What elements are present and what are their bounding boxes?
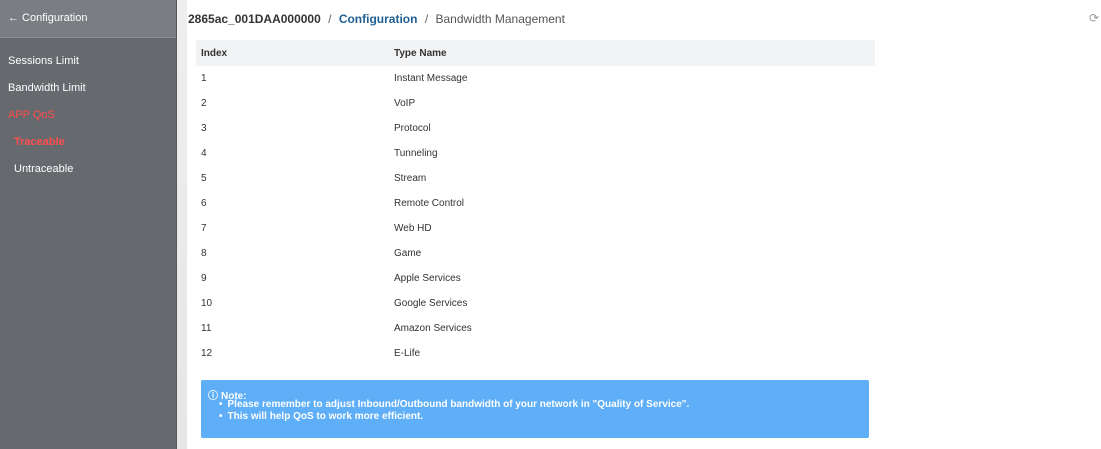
cell-index: 2: [201, 98, 207, 109]
cell-type-name: Web HD: [394, 223, 432, 234]
cell-index: 5: [201, 173, 207, 184]
breadcrumb: 2865ac_001DAA000000 / Configuration / Ba…: [188, 0, 565, 38]
note-box: ⓘNote: Please remember to adjust Inbound…: [201, 380, 869, 438]
table-row[interactable]: 9 Apple Services: [196, 266, 875, 291]
cell-type-name: Protocol: [394, 123, 431, 134]
note-item: Please remember to adjust Inbound/Outbou…: [219, 399, 690, 411]
column-header-type-name[interactable]: Type Name: [389, 40, 875, 66]
cell-index: 12: [201, 348, 213, 359]
table-header-row: Index Type Name: [196, 40, 875, 66]
back-to-configuration-link[interactable]: ← Configuration: [0, 0, 176, 38]
cell-type-name: Amazon Services: [394, 323, 472, 334]
cell-index: 9: [201, 273, 207, 284]
table-row[interactable]: 8 Game: [196, 241, 875, 266]
breadcrumb-current-page: Bandwidth Management: [435, 12, 565, 26]
breadcrumb-device: 2865ac_001DAA000000: [188, 12, 321, 26]
cell-index: 11: [201, 323, 212, 334]
main-content: 2865ac_001DAA000000 / Configuration / Ba…: [187, 0, 1101, 449]
refresh-icon[interactable]: ⟳: [1089, 12, 1101, 24]
table-row[interactable]: 2 VoIP: [196, 91, 875, 116]
sidebar-gutter: [177, 0, 187, 449]
cell-type-name: Tunneling: [394, 148, 438, 159]
cell-index: 3: [201, 123, 207, 134]
cell-index: 4: [201, 148, 207, 159]
table-row[interactable]: 11 Amazon Services: [196, 316, 875, 341]
cell-type-name: Game: [394, 248, 422, 259]
table-row[interactable]: 10 Google Services: [196, 291, 875, 316]
table-row[interactable]: 6 Remote Control: [196, 191, 875, 216]
cell-type-name: Remote Control: [394, 198, 465, 209]
table-row[interactable]: 7 Web HD: [196, 216, 875, 241]
cell-type-name: Apple Services: [394, 273, 461, 284]
app-type-table: Index Type Name 1 Instant Message 2 VoIP 3 Pr…: [196, 40, 875, 366]
column-header-index[interactable]: Index: [196, 40, 389, 66]
cell-index: 1: [201, 73, 207, 84]
breadcrumb-separator: /: [424, 12, 429, 26]
sidebar-item-untraceable[interactable]: Untraceable: [0, 156, 176, 183]
table-row[interactable]: 1 Instant Message: [196, 66, 875, 91]
table-row[interactable]: 5 Stream: [196, 166, 875, 191]
cell-index: 7: [201, 223, 207, 234]
sidebar: ← Configuration Sessions Limit Bandwidth…: [0, 0, 177, 449]
cell-index: 10: [201, 298, 213, 309]
table-row[interactable]: 3 Protocol: [196, 116, 875, 141]
cell-type-name: VoIP: [394, 98, 416, 109]
sidebar-item-traceable[interactable]: Traceable: [0, 129, 176, 156]
cell-type-name: E-Life: [394, 348, 421, 359]
cell-index: 6: [201, 198, 207, 209]
cell-index: 8: [201, 248, 207, 259]
breadcrumb-separator: /: [328, 12, 332, 26]
cell-type-name: Stream: [394, 173, 427, 184]
sidebar-item-app-qos[interactable]: APP QoS: [0, 102, 176, 129]
cell-type-name: Instant Message: [394, 73, 468, 84]
note-item: This will help QoS to work more efficien…: [219, 411, 689, 423]
note-list: Please remember to adjust Inbound/Outbou…: [219, 399, 690, 423]
cell-type-name: Google Services: [394, 298, 468, 309]
table-row[interactable]: 12 E-Life: [196, 341, 875, 366]
breadcrumb-configuration-link[interactable]: Configuration: [339, 12, 418, 26]
sidebar-item-sessions-limit[interactable]: Sessions Limit: [0, 48, 176, 75]
info-icon: ⓘ: [208, 391, 218, 402]
sidebar-item-bandwidth-limit[interactable]: Bandwidth Limit: [0, 75, 176, 102]
table-row[interactable]: 4 Tunneling: [196, 141, 875, 166]
